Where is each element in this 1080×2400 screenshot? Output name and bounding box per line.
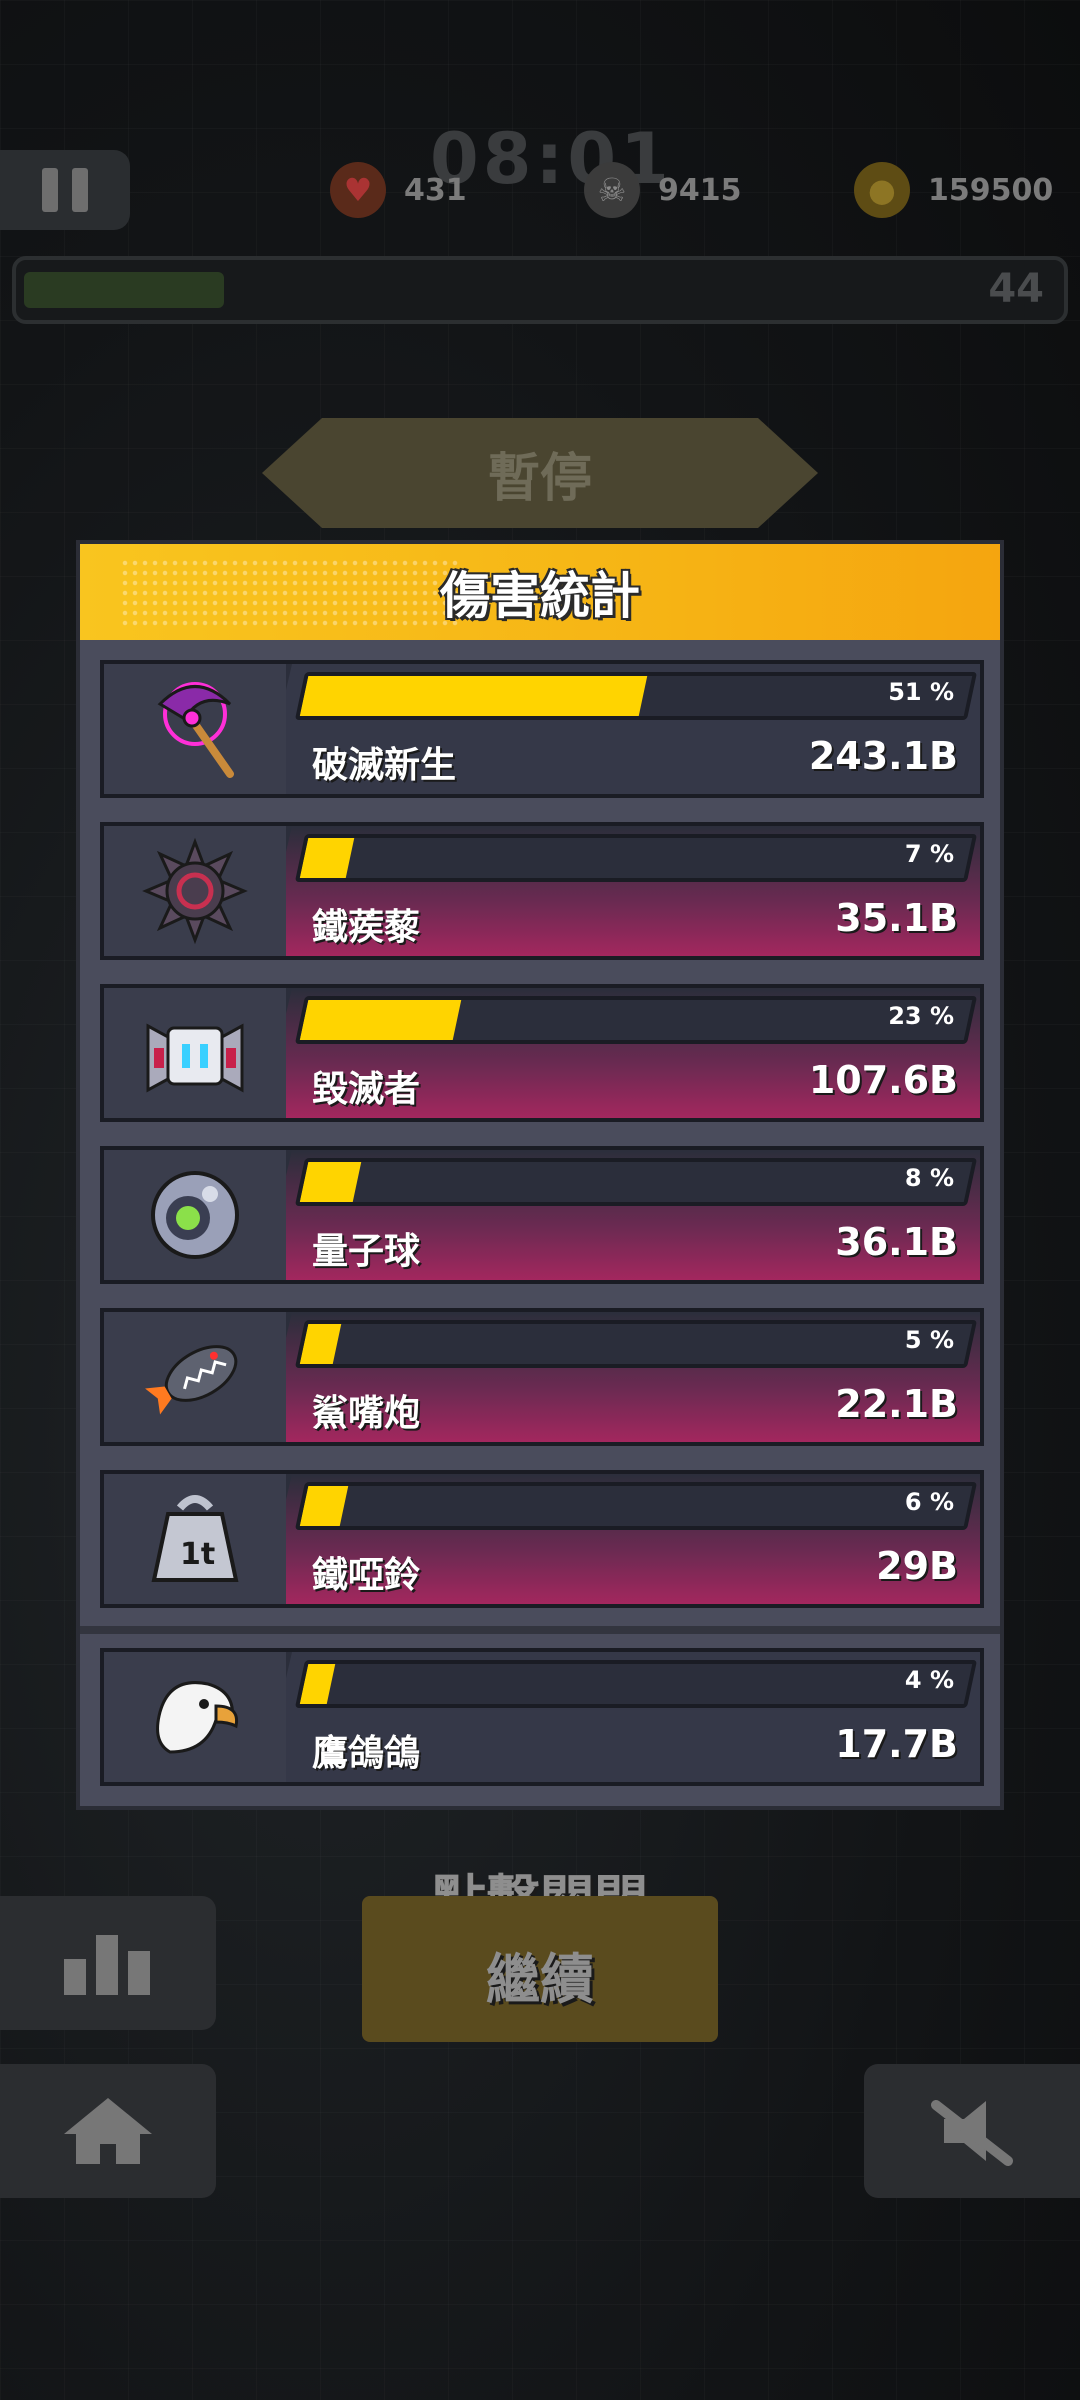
stats-button[interactable]	[0, 1896, 216, 2030]
home-icon	[64, 2098, 152, 2164]
experience-fill	[24, 272, 224, 308]
weapon-name: 鷹鴿鴿	[312, 1733, 421, 1774]
weapon-name: 鐵蒺藜	[312, 907, 421, 948]
hearts-stat: ♥ 431	[330, 162, 467, 218]
damage-row: 1t 6 % 鐵啞鈴 29B	[100, 1470, 984, 1608]
continue-button[interactable]: 繼續	[362, 1896, 718, 2042]
damage-share-track	[294, 996, 978, 1044]
damage-share-fill	[299, 1162, 362, 1202]
weapon-name: 鯊嘴炮	[312, 1393, 421, 1434]
damage-value: 107.6B	[808, 1058, 958, 1102]
damage-percent-label: 6 %	[904, 1488, 954, 1516]
damage-share-fill	[299, 1486, 349, 1526]
weapon-name: 鐵啞鈴	[312, 1555, 421, 1596]
damage-row: 23 % 毀滅者 107.6B	[100, 984, 984, 1122]
damage-value: 243.1B	[808, 734, 958, 778]
damage-share-track	[294, 1660, 978, 1708]
svg-text:1t: 1t	[180, 1537, 215, 1572]
coins-stat: ● 159500	[854, 162, 1053, 218]
damage-share-fill	[299, 838, 355, 878]
damage-value: 17.7B	[835, 1722, 958, 1766]
eagle-icon	[104, 1652, 286, 1782]
damage-percent-label: 5 %	[904, 1326, 954, 1354]
coins-value: 159500	[928, 172, 1054, 208]
panel-header: 傷害統計	[80, 544, 1000, 640]
paused-banner: 暫停	[262, 418, 818, 528]
hearts-value: 431	[404, 172, 467, 208]
game-hud: 08:01 ♥ 431 ☠ 9415 ● 159500 44	[0, 0, 1080, 420]
damage-share-fill	[299, 1664, 335, 1704]
kills-stat: ☠ 9415	[584, 162, 742, 218]
damage-row: 5 % 鯊嘴炮 22.1B	[100, 1308, 984, 1446]
damage-row: 51 % 破滅新生 243.1B	[100, 660, 984, 798]
pause-button[interactable]	[0, 150, 130, 230]
damage-row: 8 % 量子球 36.1B	[100, 1146, 984, 1284]
experience-bar: 44	[12, 256, 1068, 324]
damage-percent-label: 4 %	[904, 1666, 954, 1694]
mute-button[interactable]	[864, 2064, 1080, 2198]
robot-drone-icon	[104, 988, 286, 1118]
damage-share-track	[294, 1320, 978, 1368]
panel-divider	[80, 1626, 1000, 1634]
damage-share-track	[294, 1482, 978, 1530]
weapon-name: 破滅新生	[312, 745, 457, 786]
damage-share-track	[294, 834, 978, 882]
damage-row: 7 % 鐵蒺藜 35.1B	[100, 822, 984, 960]
bar-chart-icon	[64, 1935, 150, 1995]
weapon-name: 量子球	[312, 1231, 421, 1272]
damage-share-fill	[299, 1000, 461, 1040]
damage-stats-panel: 傷害統計 51 % 破滅新生 243.1B 7 % 鐵蒺藜 35.1B 23 % 毀滅者 107…	[76, 540, 1004, 1810]
spiked-ball-icon	[104, 826, 286, 956]
damage-percent-label: 51 %	[888, 678, 954, 706]
damage-share-fill	[299, 1324, 342, 1364]
damage-value: 22.1B	[835, 1382, 958, 1426]
panel-title: 傷害統計	[440, 567, 640, 625]
coin-icon: ●	[854, 162, 910, 218]
damage-share-track	[294, 1158, 978, 1206]
scythe-icon	[104, 664, 286, 794]
sound-off-icon	[931, 2100, 1013, 2166]
dumbbell-weight-icon: 1t	[104, 1474, 286, 1604]
damage-share-fill	[299, 676, 647, 716]
skull-icon: ☠	[584, 162, 640, 218]
quantum-orb-icon	[104, 1150, 286, 1280]
damage-value: 35.1B	[835, 896, 958, 940]
kills-value: 9415	[658, 172, 742, 208]
damage-row: 4 % 鷹鴿鴿 17.7B	[100, 1648, 984, 1786]
damage-percent-label: 7 %	[904, 840, 954, 868]
header-dot-pattern	[120, 558, 460, 626]
damage-share-track	[294, 672, 978, 720]
damage-value: 29B	[876, 1544, 958, 1588]
heart-icon: ♥	[330, 162, 386, 218]
pause-icon-bar-left	[42, 168, 58, 212]
pause-icon-bar-right	[72, 168, 88, 212]
damage-percent-label: 23 %	[888, 1002, 954, 1030]
damage-value: 36.1B	[835, 1220, 958, 1264]
damage-percent-label: 8 %	[904, 1164, 954, 1192]
level-value: 44	[988, 266, 1044, 312]
home-button[interactable]	[0, 2064, 216, 2198]
shark-rocket-icon	[104, 1312, 286, 1442]
weapon-name: 毀滅者	[312, 1069, 421, 1110]
